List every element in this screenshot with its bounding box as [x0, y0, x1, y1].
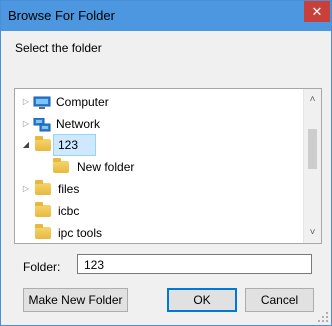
collapse-arrow-icon[interactable]: ◢ — [21, 134, 31, 156]
folder-input[interactable]: 123 — [77, 254, 312, 274]
make-new-folder-button[interactable]: Make New Folder — [23, 288, 128, 312]
expand-arrow-icon[interactable]: ▷ — [21, 113, 31, 135]
title-bar[interactable]: Browse For Folder ✕ — [1, 1, 331, 31]
folder-icon — [35, 202, 51, 217]
chevron-up-icon: ˄ — [309, 94, 316, 105]
folder-icon — [53, 158, 69, 173]
tree-item-123[interactable]: ◢ 123 — [15, 134, 301, 156]
scrollbar-thumb[interactable] — [308, 129, 317, 169]
tree-item-files[interactable]: ▷ files — [15, 178, 301, 200]
resize-grip-icon[interactable] — [318, 312, 328, 322]
expand-arrow-icon[interactable]: ▷ — [21, 91, 31, 113]
browse-for-folder-dialog: Browse For Folder ✕ Select the folder ▷ … — [0, 0, 332, 326]
tree-item-label: ipc tools — [58, 226, 103, 240]
tree-item-label: New folder — [77, 160, 135, 174]
scroll-up-button[interactable]: ˄ — [304, 91, 321, 108]
ok-button[interactable]: OK — [167, 288, 237, 312]
tree-item-icbc[interactable]: icbc — [15, 200, 301, 222]
expand-arrow-icon[interactable]: ▷ — [21, 178, 31, 200]
computer-icon — [33, 95, 51, 109]
tree-item-new-folder[interactable]: New folder — [15, 156, 301, 178]
tree-item-computer[interactable]: ▷ Computer — [15, 91, 301, 113]
vertical-scrollbar[interactable]: ˄ ˅ — [303, 89, 321, 243]
tree-item-label: files — [58, 182, 80, 196]
tree-item-label: icbc — [58, 204, 80, 218]
prompt-text: Select the folder — [15, 41, 102, 55]
scroll-down-button[interactable]: ˅ — [304, 224, 321, 241]
tree-item-label: 123 — [58, 138, 79, 152]
tree-item-label: Computer — [56, 95, 109, 109]
tree-item-network[interactable]: ▷ Network — [15, 113, 301, 135]
close-icon: ✕ — [311, 4, 323, 19]
cancel-button[interactable]: Cancel — [245, 288, 314, 312]
network-icon — [33, 117, 51, 132]
close-button[interactable]: ✕ — [304, 1, 330, 22]
folder-field-label: Folder: — [23, 260, 61, 274]
folder-icon — [35, 224, 51, 239]
tree-item-ipc-tools[interactable]: ipc tools — [15, 222, 301, 243]
chevron-down-icon: ˅ — [309, 227, 316, 238]
dialog-title: Browse For Folder — [8, 8, 115, 23]
folder-icon — [35, 180, 51, 195]
folder-icon — [35, 136, 51, 151]
folder-tree[interactable]: ▷ Computer ▷ Network ◢ 123 New folder ▷ … — [14, 88, 322, 244]
tree-item-label: Network — [56, 117, 101, 131]
